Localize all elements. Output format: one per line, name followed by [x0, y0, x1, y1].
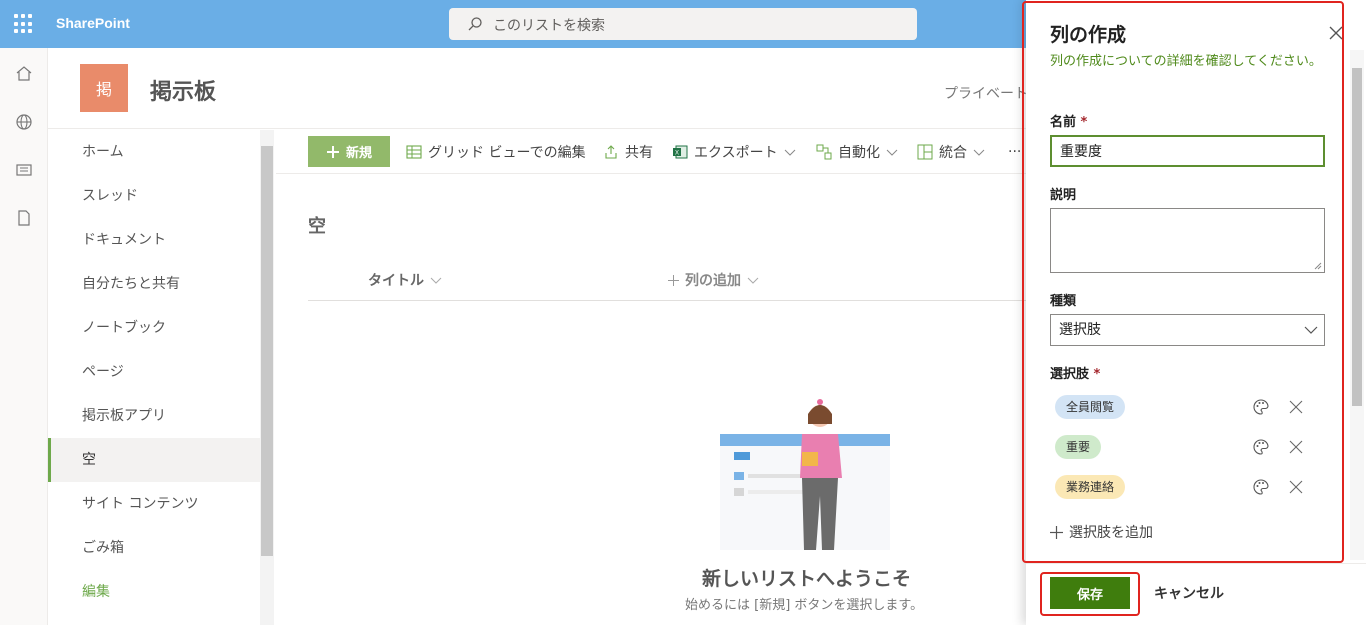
search-box[interactable]: このリストを検索 — [449, 8, 917, 40]
chevron-down-icon — [430, 277, 442, 284]
home-icon[interactable] — [14, 64, 34, 84]
nav-item-threads[interactable]: スレッド — [48, 174, 260, 218]
nav-item-documents[interactable]: ドキュメント — [48, 218, 260, 262]
nav-edit-link[interactable]: 編集 — [48, 570, 260, 614]
add-column-button[interactable]: 列の追加 — [668, 270, 759, 290]
integrate-button[interactable]: 統合 — [917, 142, 985, 162]
nav-item-home[interactable]: ホーム — [48, 130, 260, 174]
privacy-label: プライベート — [944, 86, 1028, 102]
automate-icon — [816, 144, 832, 160]
nav-scrollbar-thumb[interactable] — [261, 146, 273, 556]
panel-scrollbar-thumb[interactable] — [1352, 68, 1362, 406]
nav-item-pages[interactable]: ページ — [48, 350, 260, 394]
grid-edit-button[interactable]: グリッド ビューでの編集 — [406, 142, 586, 162]
nav-item-board-app[interactable]: 掲示板アプリ — [48, 394, 260, 438]
plus-icon — [668, 274, 679, 286]
search-icon — [468, 17, 482, 31]
empty-list-illustration — [720, 399, 890, 550]
svg-text:X: X — [675, 151, 679, 157]
header-divider — [48, 128, 1028, 129]
share-button[interactable]: 共有 — [603, 142, 653, 162]
nav-item-shared[interactable]: 自分たちと共有 — [48, 262, 260, 306]
automate-button[interactable]: 自動化 — [816, 142, 898, 162]
chevron-down-icon — [784, 149, 795, 156]
export-label: エクスポート — [694, 145, 778, 161]
new-button-label: 新規 — [345, 145, 372, 160]
cancel-button[interactable]: キャンセル — [1154, 583, 1224, 603]
add-column-label: 列の追加 — [685, 273, 741, 289]
nav-item-empty-list[interactable]: 空 — [48, 438, 260, 482]
chevron-down-icon — [747, 277, 759, 284]
empty-list-subtitle: 始めるには [新規] ボタンを選択します。 — [685, 598, 924, 613]
site-title[interactable]: 掲示板 — [150, 74, 216, 106]
left-rail — [0, 48, 48, 625]
app-name[interactable]: SharePoint — [56, 15, 130, 31]
nav-item-notebook[interactable]: ノートブック — [48, 306, 260, 350]
plus-icon — [326, 145, 339, 158]
chevron-down-icon — [973, 149, 985, 156]
grid-edit-label: グリッド ビューでの編集 — [428, 145, 586, 161]
chevron-down-icon — [886, 149, 898, 156]
export-button[interactable]: X エクスポート — [672, 142, 796, 162]
more-button[interactable]: ··· — [1008, 142, 1021, 162]
grid-icon — [406, 145, 422, 159]
commandbar-divider — [276, 173, 1028, 174]
news-icon[interactable] — [14, 160, 34, 180]
integrate-label: 統合 — [939, 145, 967, 161]
share-label: 共有 — [625, 145, 653, 161]
automate-label: 自動化 — [838, 145, 880, 161]
column-header-title[interactable]: タイトル — [368, 270, 442, 290]
panel-footer-divider — [1026, 563, 1366, 564]
nav-item-site-contents[interactable]: サイト コンテンツ — [48, 482, 260, 526]
nav-item-recycle-bin[interactable]: ごみ箱 — [48, 526, 260, 570]
site-navigation: ホーム スレッド ドキュメント 自分たちと共有 ノートブック ページ 掲示板アプ… — [48, 130, 260, 625]
app-launcher-icon[interactable] — [14, 14, 34, 34]
share-icon — [605, 145, 617, 159]
site-logo[interactable]: 掲 — [80, 64, 128, 112]
integrate-icon — [917, 144, 933, 160]
panel-highlight-outline — [1022, 1, 1344, 563]
empty-list-title: 新しいリストへようこそ — [702, 568, 912, 590]
document-icon[interactable] — [14, 208, 34, 228]
globe-icon[interactable] — [14, 112, 34, 132]
save-button[interactable]: 保存 — [1050, 577, 1130, 609]
column-title-label: タイトル — [368, 273, 424, 289]
list-view-name: 空 — [308, 216, 326, 237]
column-header-divider — [308, 300, 1028, 301]
excel-icon: X — [673, 145, 688, 159]
new-button[interactable]: 新規 — [308, 136, 390, 167]
search-placeholder: このリストを検索 — [493, 18, 605, 34]
